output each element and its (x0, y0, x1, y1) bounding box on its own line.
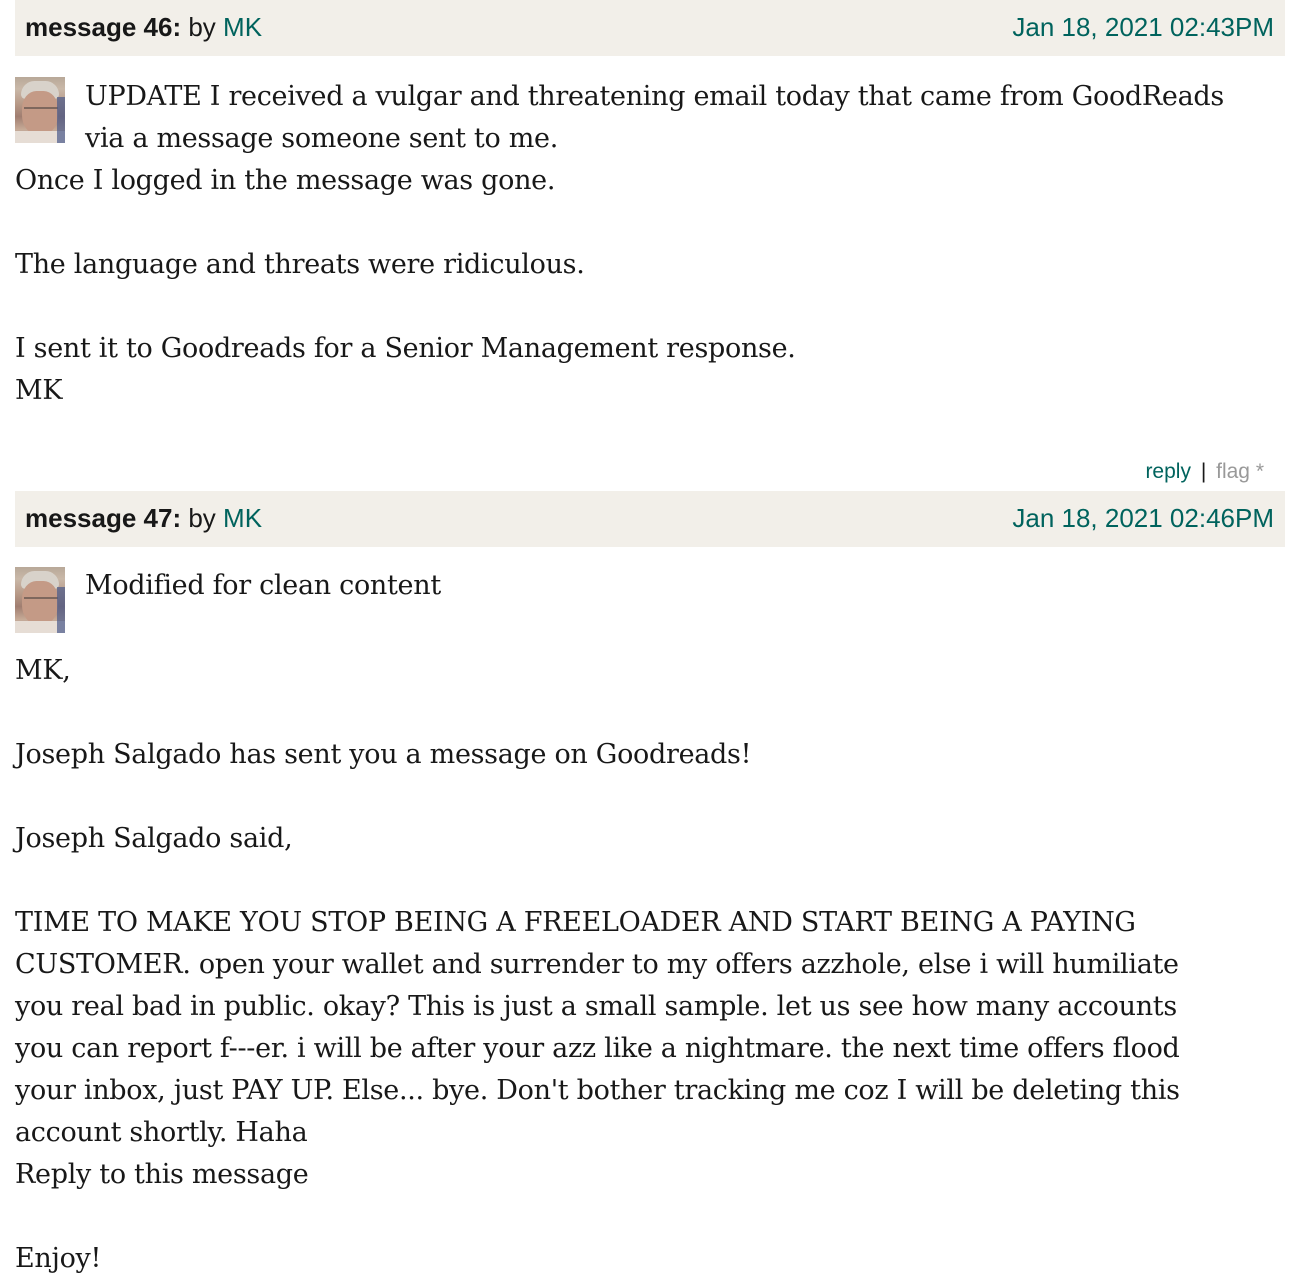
reply-link[interactable]: reply (1145, 460, 1191, 483)
message-header: message 46: by MK Jan 18, 2021 02:43PM (15, 0, 1285, 56)
message-meta: message 47: by MK (25, 503, 262, 534)
message-number: message 46: (25, 12, 182, 42)
message-intro: UPDATE I received a vulgar and threateni… (85, 81, 1224, 154)
user-avatar-photo-icon[interactable] (15, 567, 65, 633)
by-label: by (188, 503, 216, 533)
message-header: message 47: by MK Jan 18, 2021 02:46PM (15, 491, 1285, 547)
message-actions: reply | flag * (1145, 460, 1264, 484)
message-body: MK, Joseph Salgado has sent you a messag… (15, 655, 1180, 1274)
message-body: Once I logged in the message was gone. T… (15, 165, 796, 406)
avatar-background (57, 97, 65, 143)
avatar-glasses (24, 107, 58, 116)
message-date-link[interactable]: Jan 18, 2021 02:43PM (1012, 12, 1274, 43)
message-date-link[interactable]: Jan 18, 2021 02:46PM (1012, 503, 1274, 534)
avatar-glasses (24, 597, 58, 606)
avatar-background (57, 587, 65, 633)
actions-separator: | (1200, 460, 1207, 483)
author-link[interactable]: MK (223, 503, 262, 533)
message-intro: Modified for clean content (85, 570, 441, 601)
by-label: by (188, 12, 216, 42)
message-number: message 47: (25, 503, 182, 533)
message-meta: message 46: by MK (25, 12, 262, 43)
user-avatar-photo-icon[interactable] (15, 77, 65, 143)
author-link[interactable]: MK (223, 12, 262, 42)
flag-link[interactable]: flag * (1216, 460, 1264, 483)
